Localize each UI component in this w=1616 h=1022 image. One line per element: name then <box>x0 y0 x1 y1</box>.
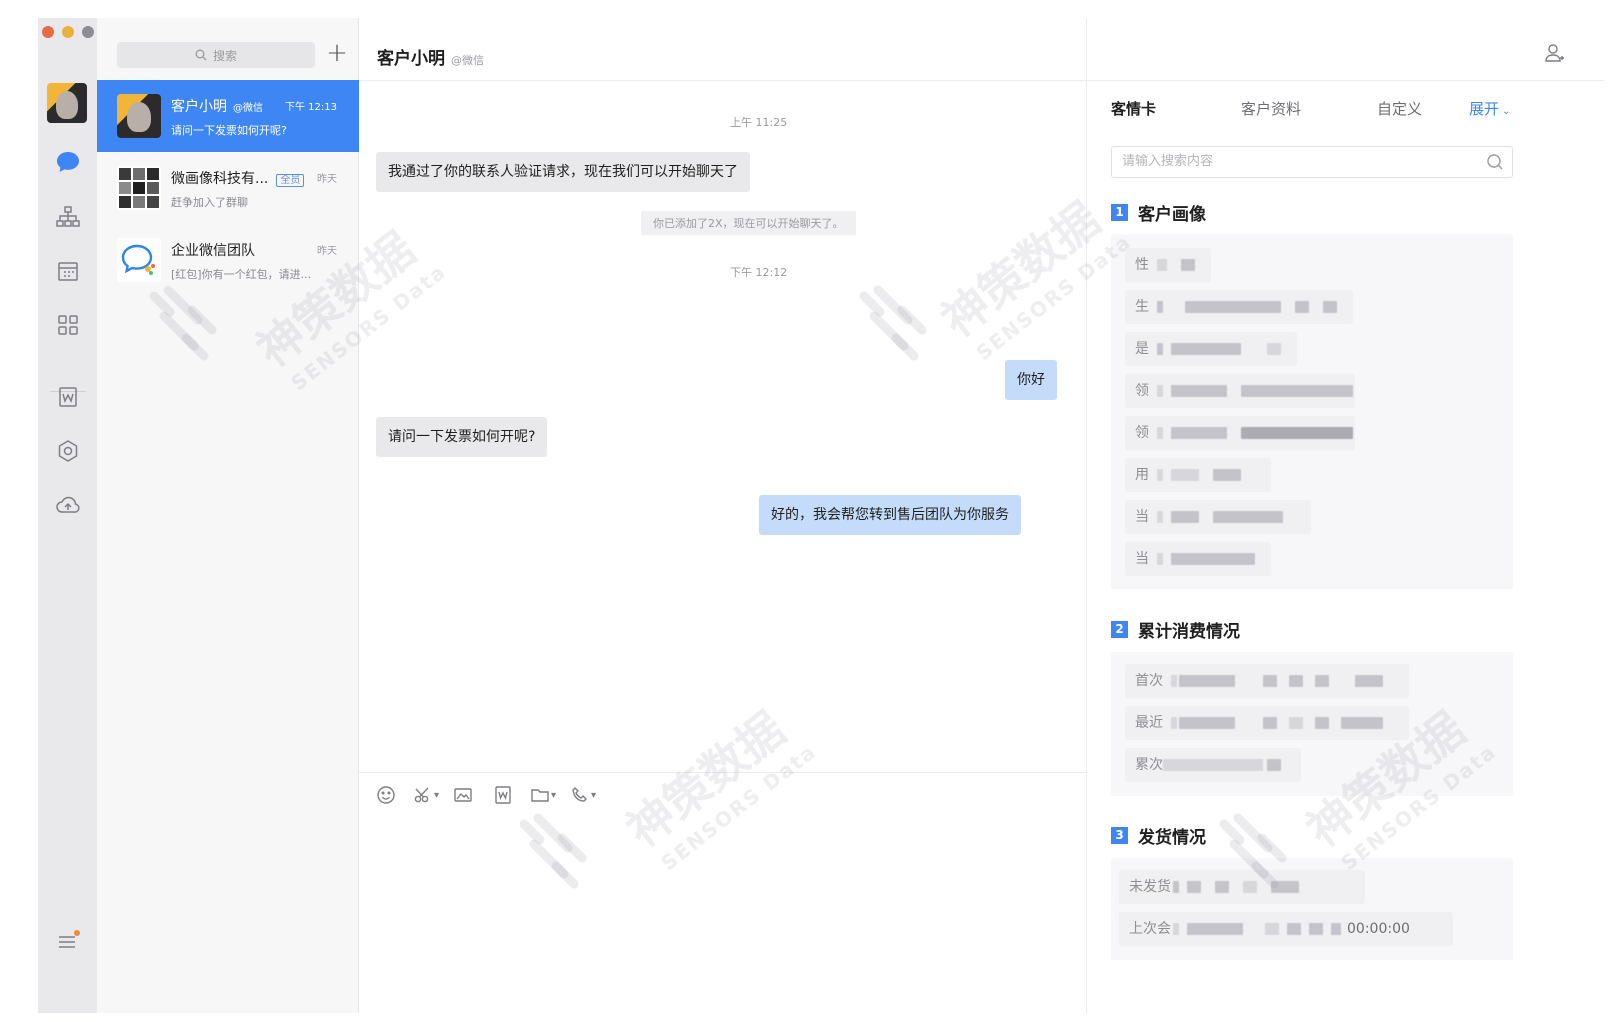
minimize-window-button[interactable] <box>62 26 74 38</box>
conversation-name: 客户小明 @微信 <box>171 99 263 115</box>
nav-rail <box>38 18 97 1013</box>
shipping-field: 上次会 00:00:00 <box>1119 912 1453 946</box>
section-title: 3 发货情况 <box>1111 823 1206 848</box>
panel-search-placeholder: 请输入搜索内容 <box>1122 154 1214 169</box>
apps-grid-icon[interactable] <box>55 312 81 338</box>
hexagon-settings-icon[interactable] <box>55 438 81 464</box>
conversation-preview: [红包]你有一个红包，请进... <box>171 268 312 281</box>
phone-icon[interactable]: ▾ <box>570 784 596 806</box>
incoming-message[interactable]: 我通过了你的联系人验证请求，现在我们可以开始聊天了 <box>376 152 750 192</box>
composer-divider <box>359 772 1087 773</box>
incoming-message[interactable]: 请问一下发票如何开呢? <box>376 417 548 457</box>
conversation-time: 昨天 <box>317 174 337 185</box>
profile-field: 领 <box>1125 416 1355 450</box>
scissors-icon[interactable]: ▾ <box>413 784 439 806</box>
all-staff-badge: 全员 <box>276 174 305 187</box>
folder-icon[interactable]: ▾ <box>530 784 556 806</box>
cloud-drive-icon[interactable] <box>55 492 81 518</box>
conversation-preview: 赶争加入了群聊 <box>171 196 248 209</box>
window-controls <box>38 26 94 38</box>
tab-customer-card[interactable]: 客情卡 <box>1111 98 1156 119</box>
chat-bubble-icon[interactable] <box>55 149 81 175</box>
section-number: 3 <box>1111 827 1128 844</box>
chevron-down-icon: ⌄ <box>1502 106 1511 117</box>
chat-pane: 客户小明 @微信 上午 11:25 我通过了你的联系人验证请求，现在我们可以开始聊… <box>359 18 1087 1013</box>
search-placeholder: 搜索 <box>212 48 237 63</box>
chat-channel-tag: @微信 <box>451 54 484 67</box>
contact-avatar <box>117 94 161 138</box>
outgoing-message[interactable]: 好的，我会帮您转到售后团队为你服务 <box>759 495 1021 535</box>
shipping-box: 未发货 上次会 00:00:00 <box>1111 858 1513 960</box>
section-number: 2 <box>1111 621 1128 638</box>
tab-customer-profile[interactable]: 客户资料 <box>1241 98 1301 119</box>
chat-title: 客户小明 @微信 <box>377 49 484 69</box>
group-avatar <box>117 166 161 210</box>
profile-field: 当 <box>1125 542 1271 576</box>
section-number: 1 <box>1111 204 1128 221</box>
conversation-preview: 请问一下发票如何开呢? <box>171 124 287 137</box>
zoom-window-button[interactable] <box>82 26 94 38</box>
outgoing-message[interactable]: 你好 <box>1005 360 1057 400</box>
profile-field: 领 <box>1125 374 1355 408</box>
spending-field: 首次 <box>1125 664 1409 698</box>
conversation-name: 企业微信团队 <box>171 243 255 259</box>
conversation-item[interactable]: 企业微信团队 昨天 [红包]你有一个红包，请进... <box>97 224 359 296</box>
image-icon[interactable] <box>453 784 473 806</box>
panel-header-divider <box>1087 80 1604 81</box>
message-timestamp: 上午 11:25 <box>730 116 788 129</box>
search-icon <box>195 49 207 61</box>
search-input[interactable]: 搜索 <box>117 42 315 68</box>
add-member-icon[interactable] <box>1543 42 1565 68</box>
app-window: 搜索 + 客户小明 @微信 下午 12:13 请问一下发票如何开呢? 微画像科技有… <box>38 18 1604 1013</box>
profile-field: 生 <box>1125 290 1353 324</box>
menu-more-icon[interactable] <box>55 928 81 954</box>
org-chart-icon[interactable] <box>55 204 81 230</box>
profile-field: 当 <box>1125 500 1311 534</box>
conversation-time: 下午 12:13 <box>285 102 337 113</box>
conversation-name: 微画像科技有... 全员 <box>171 168 305 188</box>
calendar-icon[interactable] <box>55 258 81 284</box>
conversation-item[interactable]: 微画像科技有... 全员 昨天 赶争加入了群聊 <box>97 152 359 224</box>
tab-expand[interactable]: 展开 ⌄ <box>1469 98 1510 119</box>
emoji-icon[interactable] <box>376 784 396 806</box>
word-doc-icon[interactable] <box>55 384 81 410</box>
conversation-list: 搜索 + 客户小明 @微信 下午 12:13 请问一下发票如何开呢? 微画像科技有… <box>97 18 359 1013</box>
profile-field: 用 <box>1125 458 1271 492</box>
spending-field: 最近 <box>1125 706 1409 740</box>
conversation-time: 昨天 <box>317 246 337 257</box>
spending-field: 累次 <box>1125 748 1301 782</box>
customer-panel: 客情卡 客户资料 自定义 展开 ⌄ 请输入搜索内容 1 客户画像 性 生 是 领 … <box>1087 18 1604 1013</box>
panel-search-input[interactable]: 请输入搜索内容 <box>1111 146 1513 178</box>
section-title: 2 累计消费情况 <box>1111 617 1240 642</box>
conversation-tag: @微信 <box>233 103 263 114</box>
section-title: 1 客户画像 <box>1111 200 1206 225</box>
close-window-button[interactable] <box>42 26 54 38</box>
shipping-field: 未发货 <box>1119 870 1365 904</box>
wecom-team-avatar <box>117 238 161 282</box>
conversation-item[interactable]: 客户小明 @微信 下午 12:13 请问一下发票如何开呢? <box>97 80 359 152</box>
add-button[interactable]: + <box>323 40 351 68</box>
customer-portrait-box: 性 生 是 领 领 用 当 当 <box>1111 234 1513 589</box>
shipping-time-value: 00:00:00 <box>1347 921 1410 937</box>
profile-field: 性 <box>1125 248 1211 282</box>
user-avatar[interactable] <box>47 83 87 123</box>
message-timestamp: 下午 12:12 <box>730 266 788 279</box>
header-divider <box>359 80 1087 81</box>
word-doc-icon[interactable] <box>493 784 513 806</box>
system-notice: 你已添加了2X，现在可以开始聊天了。 <box>641 211 856 235</box>
profile-field: 是 <box>1125 332 1297 366</box>
spending-box: 首次 最近 累次 <box>1111 652 1513 796</box>
tab-custom[interactable]: 自定义 <box>1377 98 1422 119</box>
search-icon <box>1487 154 1503 170</box>
